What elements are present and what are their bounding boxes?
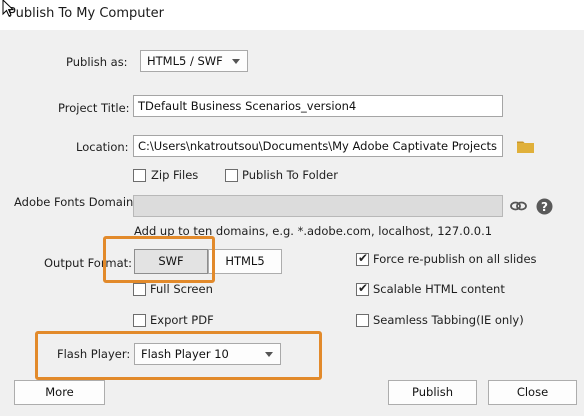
fonts-domains-label: Adobe Fonts Domains: (14, 195, 144, 209)
seamless-tabbing-label: Seamless Tabbing(IE only) (373, 313, 524, 327)
publish-as-value: HTML5 / SWF (147, 54, 223, 68)
output-format-highlight (103, 236, 215, 283)
export-pdf-checkbox[interactable] (133, 314, 146, 327)
publish-dialog: Publish To My Computer Publish as: HTML5… (0, 0, 584, 416)
more-button[interactable]: More (14, 380, 105, 405)
project-title-label: Project Title: (58, 101, 130, 115)
full-screen-checkbox[interactable] (133, 283, 146, 296)
full-screen-label: Full Screen (150, 282, 213, 296)
link-icon[interactable] (510, 199, 527, 213)
title-bar: Publish To My Computer (0, 0, 584, 30)
publish-as-label: Publish as: (66, 55, 128, 69)
html5-format-button[interactable]: HTML5 (208, 249, 282, 274)
flash-player-highlight (35, 331, 322, 380)
scalable-html-label: Scalable HTML content (373, 282, 505, 296)
publish-to-folder-checkbox[interactable] (225, 169, 238, 182)
seamless-tabbing-checkbox[interactable] (356, 314, 369, 327)
publish-as-dropdown[interactable]: HTML5 / SWF (140, 50, 248, 72)
close-button[interactable]: Close (488, 380, 577, 405)
zip-files-checkbox[interactable] (133, 169, 146, 182)
svg-text:?: ? (541, 200, 548, 214)
location-label: Location: (76, 140, 129, 154)
publish-to-folder-label: Publish To Folder (242, 168, 338, 182)
publish-button[interactable]: Publish (388, 380, 477, 405)
window-title: Publish To My Computer (8, 6, 164, 21)
fonts-domains-field[interactable] (133, 195, 503, 217)
force-republish-checkbox[interactable]: ✔ (356, 251, 369, 266)
checkmark-icon: ✔ (358, 251, 369, 265)
chevron-down-icon (232, 59, 240, 64)
zip-files-label: Zip Files (151, 168, 199, 182)
checkmark-icon: ✔ (358, 281, 369, 295)
scalable-html-checkbox[interactable]: ✔ (356, 281, 369, 296)
force-republish-label: Force re-publish on all slides (373, 252, 537, 266)
export-pdf-label: Export PDF (150, 313, 214, 327)
mouse-cursor-icon (2, 0, 14, 17)
help-icon[interactable]: ? (536, 198, 553, 215)
project-title-field[interactable]: TDefault Business Scenarios_version4 (133, 95, 503, 117)
location-field[interactable]: C:\Users\nkatroutsou\Documents\My Adobe … (133, 135, 503, 157)
folder-icon[interactable] (517, 140, 534, 153)
